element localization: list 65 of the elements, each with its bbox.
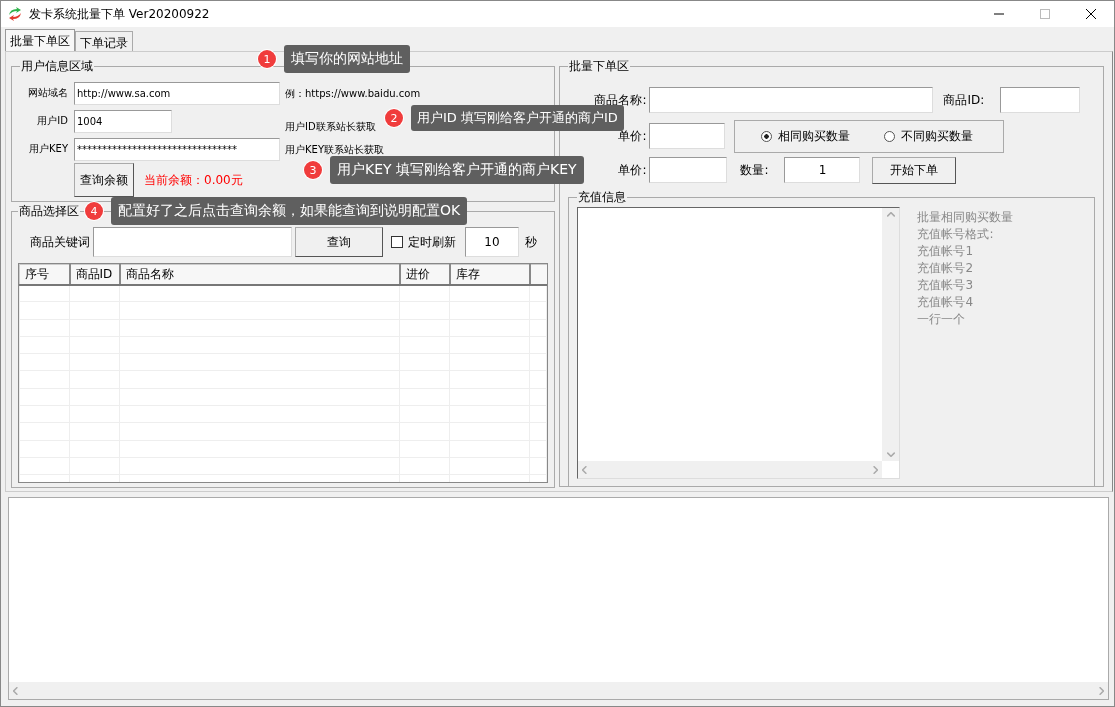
field-label: 商品ID: (943, 91, 986, 109)
tooltip: 用户ID 填写刚给客户开通的商户ID (411, 105, 624, 131)
input-field[interactable] (649, 87, 934, 113)
maximize-icon[interactable] (1039, 8, 1051, 20)
horizontal-scrollbar[interactable] (9, 682, 1108, 699)
step-number-badge: 2 (385, 109, 403, 127)
window-title: 发卡系统批量下单 Ver20200922 (29, 5, 210, 23)
vertical-scrollbar[interactable] (882, 208, 900, 461)
column-header[interactable]: 商品名称 (119, 264, 400, 285)
group-title: 批量下单区 (568, 58, 631, 75)
step-number-badge: 4 (85, 202, 103, 220)
unit-label: 秒 (525, 233, 537, 251)
step-number-badge: 3 (304, 161, 322, 179)
radio-label: 相同购买数量 (778, 127, 851, 145)
hint-text: 用户ID联系站长获取 (285, 120, 376, 132)
start-order-button[interactable]: 开始下单 (872, 156, 957, 184)
tooltip: 填写你的网站地址 (284, 45, 410, 73)
input-field[interactable] (1000, 87, 1081, 113)
horizontal-scrollbar[interactable] (578, 461, 883, 478)
recharge-text-area[interactable] (577, 207, 901, 479)
input-field[interactable]: 1004 (74, 109, 172, 133)
radio-button[interactable] (761, 130, 773, 142)
tooltip: 用户KEY 填写刚给客户开通的商户KEY (330, 156, 584, 184)
tooltip: 配置好了之后点击查询余额，如果能查询到说明配置OK (111, 197, 468, 225)
help-text: 一行一个 (917, 311, 967, 328)
help-text: 充值帐号3 (917, 277, 975, 294)
radio-label: 不同购买数量 (901, 127, 974, 145)
query-balance-button[interactable]: 查询余额 (74, 163, 134, 197)
input-field[interactable] (93, 227, 292, 257)
hint-text: 用户KEY联系站长获取 (285, 143, 384, 155)
input-field[interactable]: ******************************** (74, 137, 280, 161)
help-text: 充值帐号4 (917, 294, 975, 311)
close-icon[interactable] (1085, 8, 1097, 20)
group-title: 商品选择区 (18, 203, 80, 220)
checkbox[interactable] (391, 236, 403, 248)
field-label: 网站域名 (27, 86, 68, 100)
column-header[interactable]: 商品ID (69, 264, 120, 285)
column-header[interactable]: 进价 (399, 264, 450, 285)
field-label: 商品关键词 (29, 233, 90, 251)
help-text: 批量相同购买数量 (917, 209, 1014, 226)
quantity-field[interactable]: 1 (784, 157, 861, 183)
tab[interactable]: 下单记录 (75, 31, 133, 51)
input-field[interactable] (649, 123, 726, 149)
group-title: 充值信息 (577, 189, 628, 206)
log-text-area[interactable] (8, 497, 1109, 700)
radio-button[interactable] (884, 130, 896, 142)
app-logo-icon (7, 6, 23, 22)
help-text: 充值帐号2 (917, 260, 975, 277)
help-text: 充值帐号1 (917, 243, 975, 260)
tab[interactable]: 批量下单区 (5, 29, 75, 51)
column-header[interactable]: 序号 (19, 264, 70, 285)
balance-text: 当前余额：0.00元 (144, 171, 243, 189)
group-title: 用户信息区域 (20, 58, 94, 75)
step-number-badge: 1 (258, 50, 276, 68)
field-label: 用户ID (36, 114, 68, 128)
interval-field[interactable]: 10 (465, 227, 519, 257)
hint-text: 例：https://www.baidu.com (285, 87, 421, 99)
checkbox-label: 定时刷新 (408, 233, 456, 251)
field-label: 用户KEY (28, 142, 68, 156)
help-text: 充值帐号格式: (917, 226, 995, 243)
search-button[interactable]: 查询 (295, 227, 383, 257)
input-field[interactable] (649, 157, 728, 183)
field-label: 数量: (740, 161, 770, 179)
column-header[interactable]: 库存 (449, 264, 530, 285)
input-field[interactable]: http://www.sa.com (74, 81, 280, 105)
